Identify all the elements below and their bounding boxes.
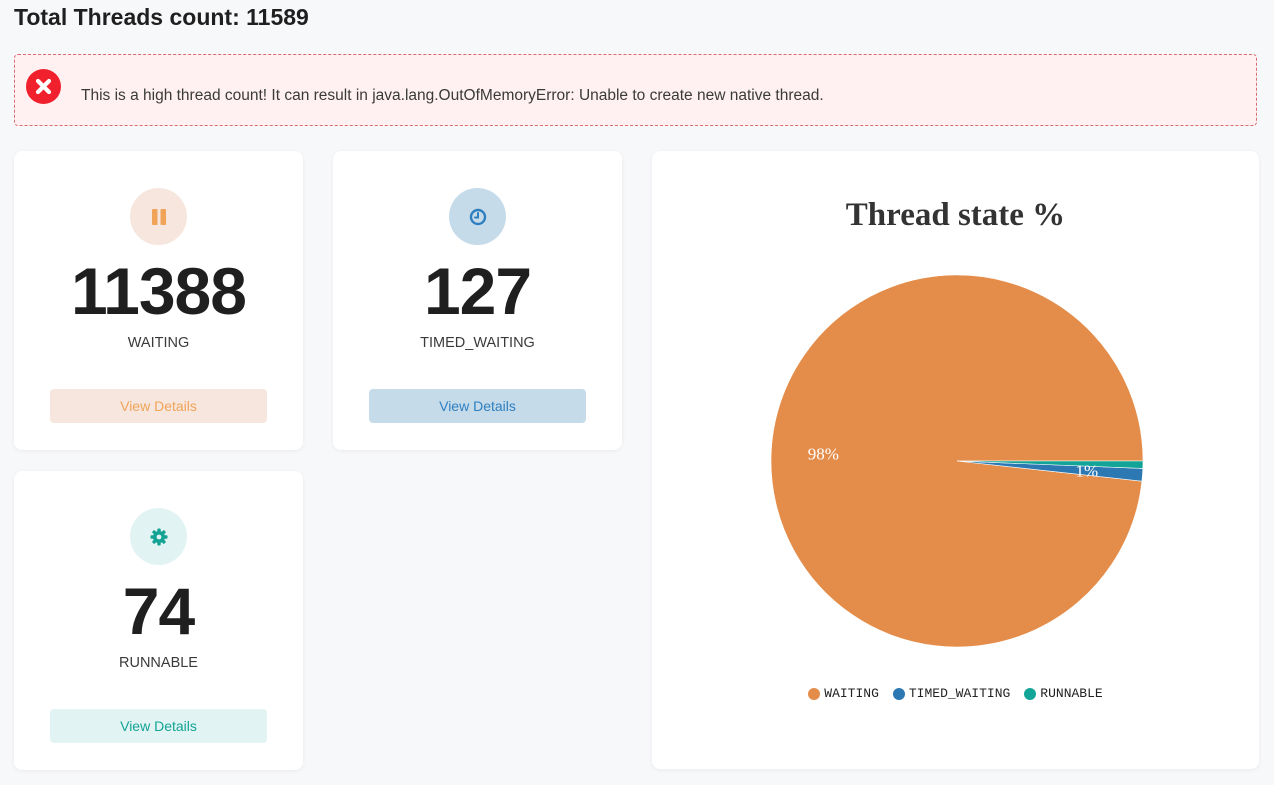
waiting-count: 11388 <box>71 254 247 328</box>
timed-waiting-view-details-button[interactable]: View Details <box>369 389 586 423</box>
pie-label-waiting: 98% <box>808 445 839 464</box>
runnable-label: RUNNABLE <box>119 655 198 671</box>
legend-item-waiting[interactable]: WAITING <box>808 686 879 701</box>
legend-dot-runnable <box>1024 687 1037 700</box>
thread-state-chart-card: Thread state % 98% 1% WAITING TIMED_WAITI… <box>652 151 1259 769</box>
runnable-card: 74 RUNNABLE View Details <box>14 471 303 770</box>
pause-icon <box>130 188 187 245</box>
pie-slice-runnable[interactable] <box>956 460 1144 469</box>
legend-dot-timed-waiting <box>892 687 905 700</box>
runnable-count: 74 <box>122 574 195 648</box>
pie-slice-timed-waiting[interactable] <box>956 460 1144 482</box>
gear-icon <box>130 508 187 565</box>
legend-label-waiting: WAITING <box>824 686 879 701</box>
error-icon <box>26 69 61 104</box>
waiting-label: WAITING <box>127 335 190 351</box>
timed-waiting-count: 127 <box>423 254 532 328</box>
waiting-card: 11388 WAITING View Details <box>14 151 303 450</box>
legend-label-runnable: RUNNABLE <box>1040 686 1103 701</box>
page-title: Total Threads count: 11589 <box>14 4 309 30</box>
legend-dot-waiting <box>808 687 821 700</box>
pie-label-timed-waiting: 1% <box>1076 462 1099 481</box>
chart-title: Thread state % <box>845 197 1066 233</box>
waiting-view-details-button[interactable]: View Details <box>50 389 267 423</box>
legend-label-timed-waiting: TIMED_WAITING <box>908 686 1011 701</box>
timed-waiting-card: 127 TIMED_WAITING View Details <box>333 151 622 450</box>
alert-message: This is a high thread count! It can resu… <box>81 87 824 104</box>
high-thread-alert: This is a high thread count! It can resu… <box>14 54 1257 126</box>
chart-legend: WAITING TIMED_WAITING RUNNABLE <box>652 686 1259 701</box>
legend-item-timed-waiting[interactable]: TIMED_WAITING <box>892 686 1011 701</box>
legend-item-runnable[interactable]: RUNNABLE <box>1024 686 1103 701</box>
thread-state-pie-chart: 98% 1% <box>770 274 1144 648</box>
timed-waiting-label: TIMED_WAITING <box>420 335 535 351</box>
runnable-view-details-button[interactable]: View Details <box>50 709 267 743</box>
pie-slice-waiting[interactable] <box>770 274 1144 648</box>
clock-icon <box>449 188 506 245</box>
